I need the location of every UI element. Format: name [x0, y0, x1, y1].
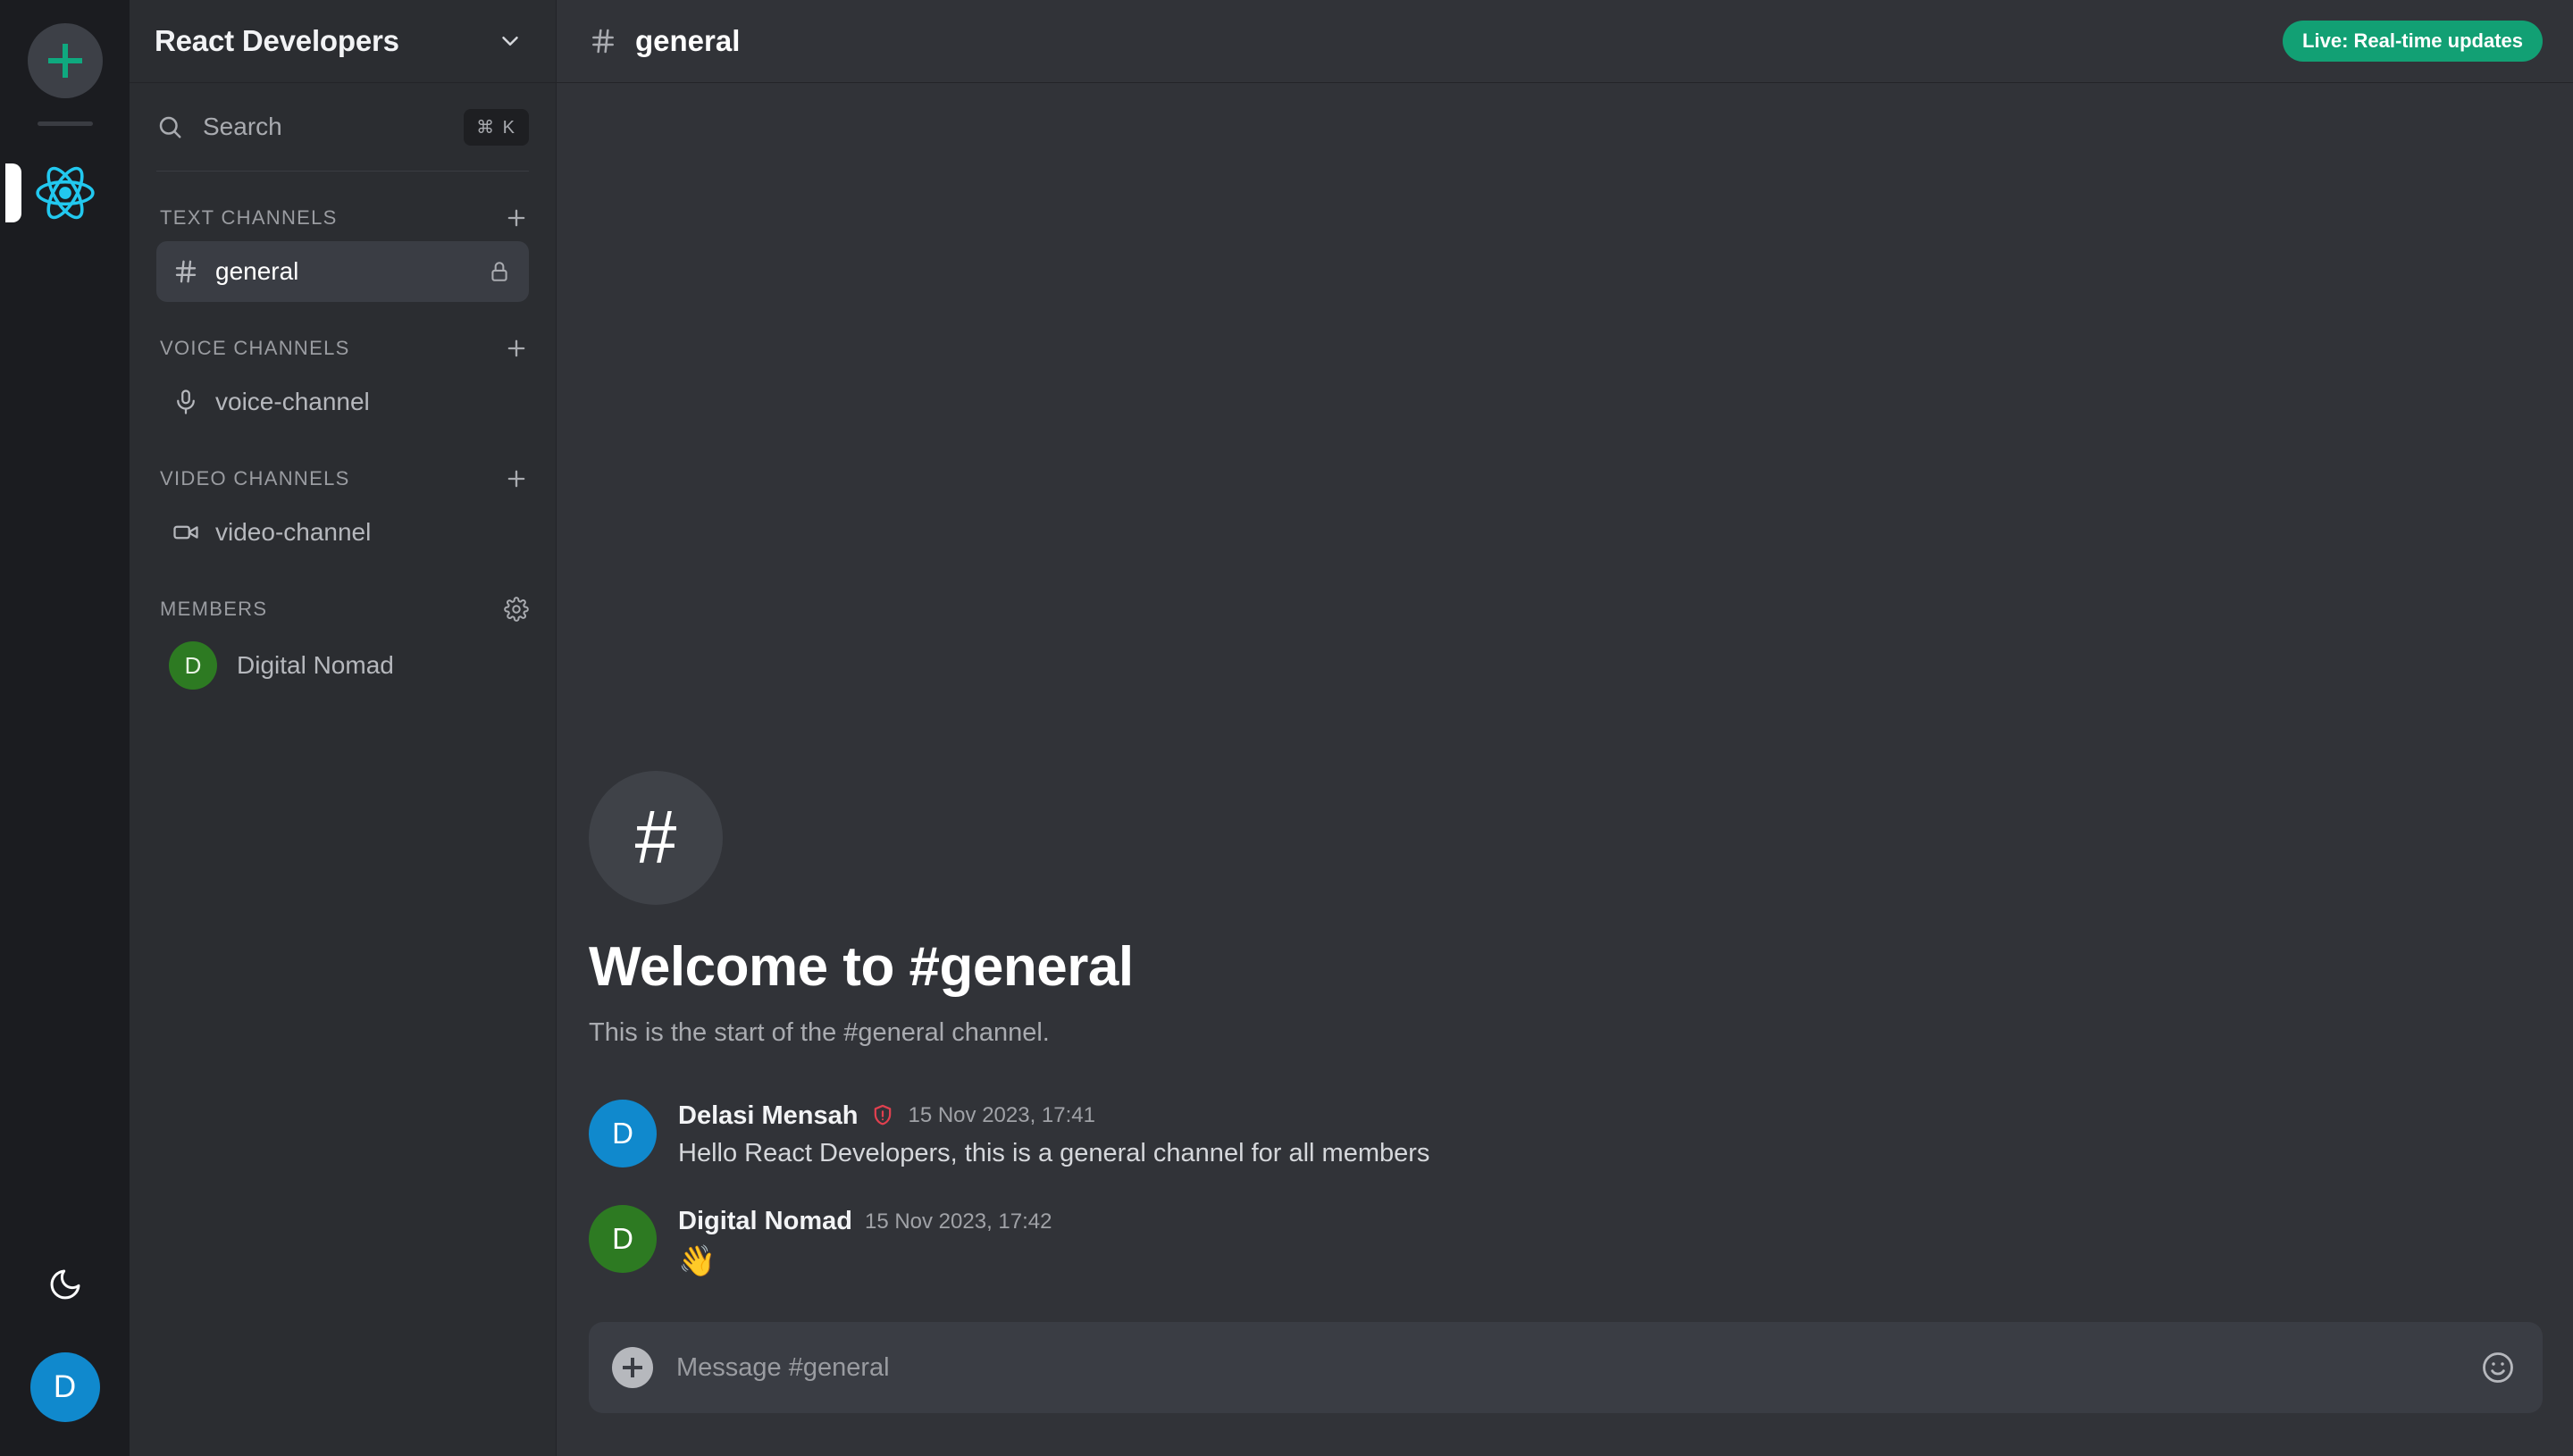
search-placeholder: Search: [203, 113, 282, 140]
microphone-icon: [172, 389, 199, 415]
plus-icon: [47, 44, 82, 78]
member-settings-button[interactable]: [504, 597, 529, 622]
channel-sidebar: React Developers Search ⌘ K TEXT CHANNEL…: [130, 0, 557, 1456]
message-timestamp: 15 Nov 2023, 17:41: [908, 1103, 1095, 1128]
message-item[interactable]: D Delasi Mensah 15 Nov 2023, 17:41 Hello…: [589, 1099, 2543, 1171]
server-rail: D: [0, 0, 130, 1456]
hash-icon: [172, 258, 199, 285]
avatar: D: [589, 1205, 657, 1274]
member-item-digital-nomad[interactable]: D Digital Nomad: [156, 632, 529, 699]
welcome-title: Welcome to #general: [589, 935, 1134, 998]
section-title: MEMBERS: [160, 598, 268, 620]
search-bar[interactable]: Search ⌘ K: [156, 83, 529, 171]
message-composer[interactable]: [589, 1322, 2543, 1413]
welcome-hash-icon: #: [589, 770, 723, 905]
section-header-members: MEMBERS: [156, 597, 529, 622]
add-text-channel-button[interactable]: [504, 205, 529, 230]
add-voice-channel-button[interactable]: [504, 336, 529, 361]
message-meta: Delasi Mensah 15 Nov 2023, 17:41: [678, 1101, 1429, 1131]
smiley-icon[interactable]: [2480, 1350, 2516, 1385]
channel-label: video-channel: [215, 518, 372, 546]
lock-icon: [488, 260, 511, 283]
server-item-react[interactable]: [4, 149, 109, 237]
composer-container: [557, 1302, 2573, 1456]
server-header[interactable]: React Developers: [130, 0, 556, 83]
section-header-voice-channels: VOICE CHANNELS: [156, 336, 529, 361]
section-header-text-channels: TEXT CHANNELS: [156, 205, 529, 230]
channel-welcome-block: # Welcome to #general This is the start …: [557, 770, 2543, 1064]
section-title: VIDEO CHANNELS: [160, 467, 350, 490]
message-item[interactable]: D Digital Nomad 15 Nov 2023, 17:42 👋: [589, 1205, 2543, 1283]
message-list: D Delasi Mensah 15 Nov 2023, 17:41 Hello…: [557, 1064, 2543, 1302]
search-shortcut-badge: ⌘ K: [464, 108, 529, 146]
sidebar-item-general[interactable]: general: [156, 241, 529, 302]
message-meta: Digital Nomad 15 Nov 2023, 17:42: [678, 1207, 1052, 1236]
video-camera-icon: [172, 519, 199, 546]
attach-plus-icon[interactable]: [612, 1347, 653, 1388]
member-avatar: D: [169, 641, 217, 690]
message-input[interactable]: [676, 1352, 2457, 1383]
welcome-subtitle: This is the start of the #general channe…: [589, 1017, 1050, 1047]
moon-icon: [47, 1267, 83, 1302]
page-title: general: [635, 24, 741, 57]
channel-label: general: [215, 257, 299, 285]
app-root: D React Developers Search ⌘ K TEXT CHANN…: [0, 0, 2573, 1456]
channel-label: voice-channel: [215, 388, 370, 415]
message-text: Hello React Developers, this is a genera…: [678, 1138, 1430, 1167]
rail-divider: [37, 121, 93, 126]
message-body: Delasi Mensah 15 Nov 2023, 17:41 Hello R…: [678, 1100, 1429, 1171]
hash-icon: [589, 27, 617, 55]
sidebar-scroll-area: Search ⌘ K TEXT CHANNELS general VOICE C…: [130, 83, 556, 1456]
section-title: TEXT CHANNELS: [160, 206, 338, 229]
sidebar-item-video-channel[interactable]: video-channel: [156, 502, 529, 563]
member-name: Digital Nomad: [237, 651, 394, 679]
react-logo-icon: [30, 158, 100, 228]
avatar: D: [589, 1099, 657, 1167]
section-header-video-channels: VIDEO CHANNELS: [156, 466, 529, 491]
message-timestamp: 15 Nov 2023, 17:42: [864, 1209, 1052, 1234]
add-server-button[interactable]: [27, 23, 103, 98]
message-text: 👋: [678, 1244, 717, 1279]
search-icon: [156, 113, 183, 140]
shield-alert-icon: [870, 1103, 895, 1128]
message-scroll-area[interactable]: # Welcome to #general This is the start …: [557, 83, 2573, 1302]
sidebar-item-voice-channel[interactable]: voice-channel: [156, 372, 529, 432]
chevron-down-icon[interactable]: [497, 28, 524, 54]
add-video-channel-button[interactable]: [504, 466, 529, 491]
current-user-avatar[interactable]: D: [29, 1352, 100, 1422]
message-author: Digital Nomad: [678, 1207, 852, 1236]
theme-toggle-button[interactable]: [33, 1252, 97, 1317]
main-panel: general Live: Real-time updates # Welcom…: [557, 0, 2573, 1456]
active-server-indicator: [4, 163, 21, 222]
sidebar-divider: [156, 171, 529, 172]
message-body: Digital Nomad 15 Nov 2023, 17:42 👋: [678, 1205, 1052, 1283]
channel-header: general Live: Real-time updates: [557, 0, 2573, 83]
message-author: Delasi Mensah: [678, 1100, 859, 1130]
section-title: VOICE CHANNELS: [160, 337, 350, 359]
server-name: React Developers: [155, 24, 399, 57]
status-badge: Live: Real-time updates: [2283, 21, 2543, 62]
